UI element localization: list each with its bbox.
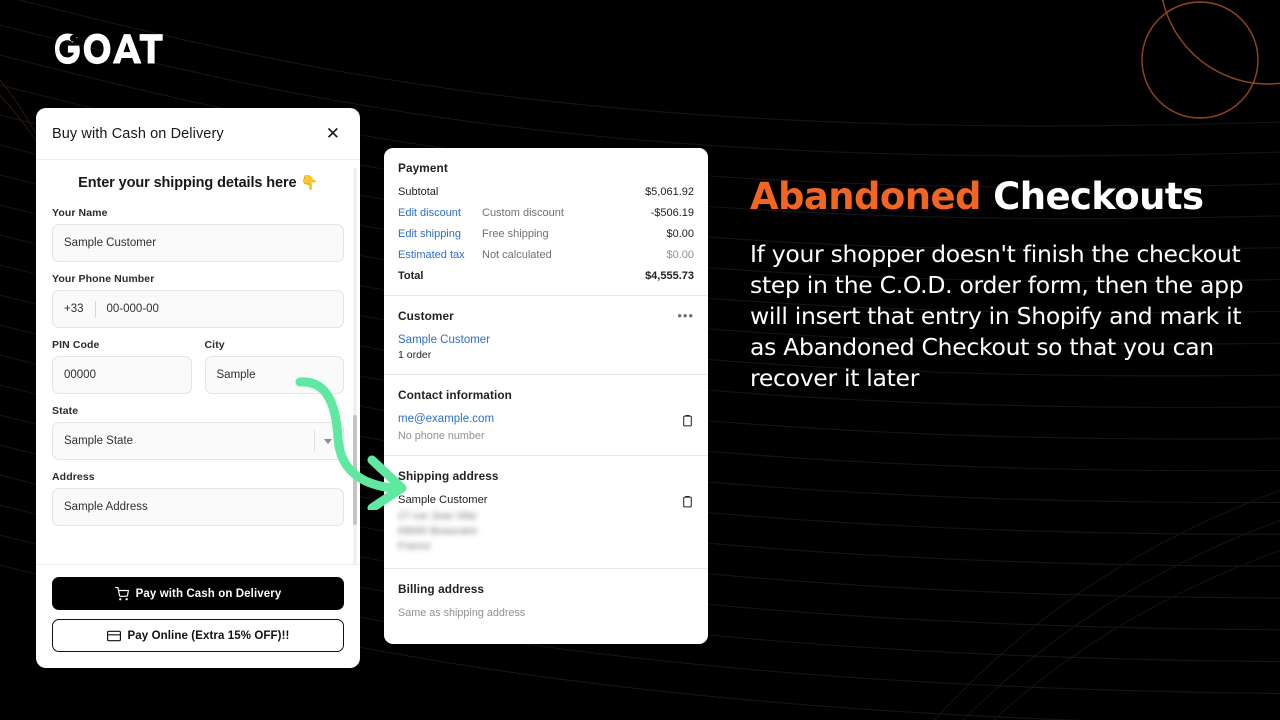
customer-email-link[interactable]: me@example.com xyxy=(398,413,681,425)
form-heading-text: Enter your shipping details here xyxy=(78,175,297,191)
pay-online-button[interactable]: Pay Online (Extra 15% OFF)!! xyxy=(52,619,344,652)
payment-section: Payment Subtotal $5,061.92 Edit discount… xyxy=(384,148,708,295)
address-input-value: Sample Address xyxy=(64,501,148,513)
decorative-circle-small xyxy=(1141,1,1259,119)
shipping-name: Sample Customer xyxy=(398,494,488,506)
modal-header: Buy with Cash on Delivery ✕ xyxy=(36,108,360,160)
marketing-title-rest: Checkouts xyxy=(993,175,1204,218)
chevron-down-icon xyxy=(324,438,332,444)
customer-phone-value: No phone number xyxy=(398,430,485,442)
phone-label: Your Phone Number xyxy=(52,273,155,285)
cod-order-form-modal: Buy with Cash on Delivery ✕ Enter your s… xyxy=(36,108,360,668)
phone-country-code: +33 xyxy=(64,303,84,315)
shipping-row: Sample Customer 27 rue Jean Vilar 69000 … xyxy=(398,494,694,555)
copy-icon[interactable] xyxy=(681,495,694,508)
estimated-tax-link[interactable]: Estimated tax xyxy=(398,249,482,261)
modal-footer: Pay with Cash on Delivery Pay Online (Ex… xyxy=(36,564,360,668)
modal-title: Buy with Cash on Delivery xyxy=(52,125,224,142)
credit-card-icon xyxy=(106,630,121,641)
discount-amount: -$506.19 xyxy=(650,207,694,219)
customer-section: Customer ••• Sample Customer 1 order xyxy=(384,295,708,374)
shipping-line-3: France xyxy=(398,540,431,553)
state-select-caret-wrap xyxy=(314,430,332,452)
shipping-address-section: Shipping address Sample Customer 27 rue … xyxy=(384,455,708,568)
shopify-order-panel: Payment Subtotal $5,061.92 Edit discount… xyxy=(384,148,708,644)
shipping-line-2: 69000 Beaucaire xyxy=(398,525,478,538)
tax-desc: Not calculated xyxy=(482,249,552,261)
form-heading: Enter your shipping details here 👇 xyxy=(52,174,344,191)
state-select-value: Sample State xyxy=(64,435,134,447)
ellipsis-icon[interactable]: ••• xyxy=(677,309,694,322)
pin-city-row: PIN Code 00000 City Sample xyxy=(52,339,344,405)
marketing-title-highlight: Abandoned xyxy=(750,175,981,218)
pay-online-button-label: Pay Online (Extra 15% OFF)!! xyxy=(127,629,290,642)
copy-icon[interactable] xyxy=(681,414,694,427)
goat-logo xyxy=(55,27,183,69)
name-input-value: Sample Customer xyxy=(64,237,157,249)
contact-lines: me@example.com No phone number xyxy=(398,413,681,442)
name-input[interactable]: Sample Customer xyxy=(52,224,344,262)
discount-desc: Custom discount xyxy=(482,207,564,219)
city-input-value: Sample xyxy=(216,369,256,381)
pin-input-value: 00000 xyxy=(64,369,96,381)
contact-row: me@example.com No phone number xyxy=(398,413,694,442)
modal-body: Enter your shipping details here 👇 Your N… xyxy=(36,160,360,564)
customer-name-link[interactable]: Sample Customer xyxy=(398,334,694,346)
city-input[interactable]: Sample xyxy=(204,356,344,394)
payment-row-tax: Estimated tax Not calculated $0.00 xyxy=(398,249,694,261)
pin-label: PIN Code xyxy=(52,339,100,351)
shipping-amount: $0.00 xyxy=(666,228,694,240)
pointing-down-hand-icon: 👇 xyxy=(300,174,318,190)
close-icon[interactable]: ✕ xyxy=(322,123,344,144)
marketing-title: Abandoned Checkouts xyxy=(750,175,1250,218)
edit-shipping-link[interactable]: Edit shipping xyxy=(398,228,482,240)
subtotal-amount: $5,061.92 xyxy=(645,186,694,198)
total-amount: $4,555.73 xyxy=(645,270,694,282)
pay-cod-button[interactable]: Pay with Cash on Delivery xyxy=(52,577,344,610)
goat-logo-mark xyxy=(55,33,163,65)
contact-information-section: Contact information me@example.com No ph… xyxy=(384,374,708,455)
state-select[interactable]: Sample State xyxy=(52,422,344,460)
edit-discount-link[interactable]: Edit discount xyxy=(398,207,482,219)
payment-row-discount: Edit discount Custom discount -$506.19 xyxy=(398,207,694,219)
address-label: Address xyxy=(52,471,95,483)
marketing-copy: Abandoned Checkouts If your shopper does… xyxy=(750,175,1250,394)
decorative-circle-large xyxy=(1161,0,1280,85)
pin-input[interactable]: 00000 xyxy=(52,356,192,394)
select-divider xyxy=(314,430,315,452)
payment-row-subtotal: Subtotal $5,061.92 xyxy=(398,186,694,198)
pay-cod-button-label: Pay with Cash on Delivery xyxy=(135,587,282,600)
subtotal-label: Subtotal xyxy=(398,186,439,198)
payment-section-title: Payment xyxy=(398,161,448,175)
phone-input[interactable]: +33 00-000-00 xyxy=(52,290,344,328)
phone-input-value: 00-000-00 xyxy=(106,303,159,315)
name-label: Your Name xyxy=(52,207,108,219)
shipping-line-1: 27 rue Jean Vilar xyxy=(398,510,478,522)
tax-amount: $0.00 xyxy=(666,249,694,261)
payment-row-total: Total $4,555.73 xyxy=(398,270,694,282)
payment-row-shipping: Edit shipping Free shipping $0.00 xyxy=(398,228,694,240)
customer-section-title: Customer xyxy=(398,309,454,323)
address-input[interactable]: Sample Address xyxy=(52,488,344,526)
billing-address-value: Same as shipping address xyxy=(398,606,526,619)
shipping-section-title: Shipping address xyxy=(398,469,499,483)
shipping-lines: Sample Customer 27 rue Jean Vilar 69000 … xyxy=(398,494,681,555)
contact-section-title: Contact information xyxy=(398,388,512,402)
total-label: Total xyxy=(398,270,424,282)
state-label: State xyxy=(52,405,79,417)
customer-section-header: Customer ••• xyxy=(398,309,694,323)
phone-divider xyxy=(94,300,96,318)
marketing-body: If your shopper doesn't finish the check… xyxy=(750,239,1244,392)
billing-address-section: Billing address Same as shipping address xyxy=(384,567,708,632)
billing-section-title: Billing address xyxy=(398,581,485,596)
shopping-cart-icon xyxy=(114,586,129,600)
scrollbar-thumb[interactable] xyxy=(353,415,357,525)
shipping-desc: Free shipping xyxy=(482,228,549,240)
city-label: City xyxy=(204,339,225,351)
customer-order-count: 1 order xyxy=(398,349,432,361)
